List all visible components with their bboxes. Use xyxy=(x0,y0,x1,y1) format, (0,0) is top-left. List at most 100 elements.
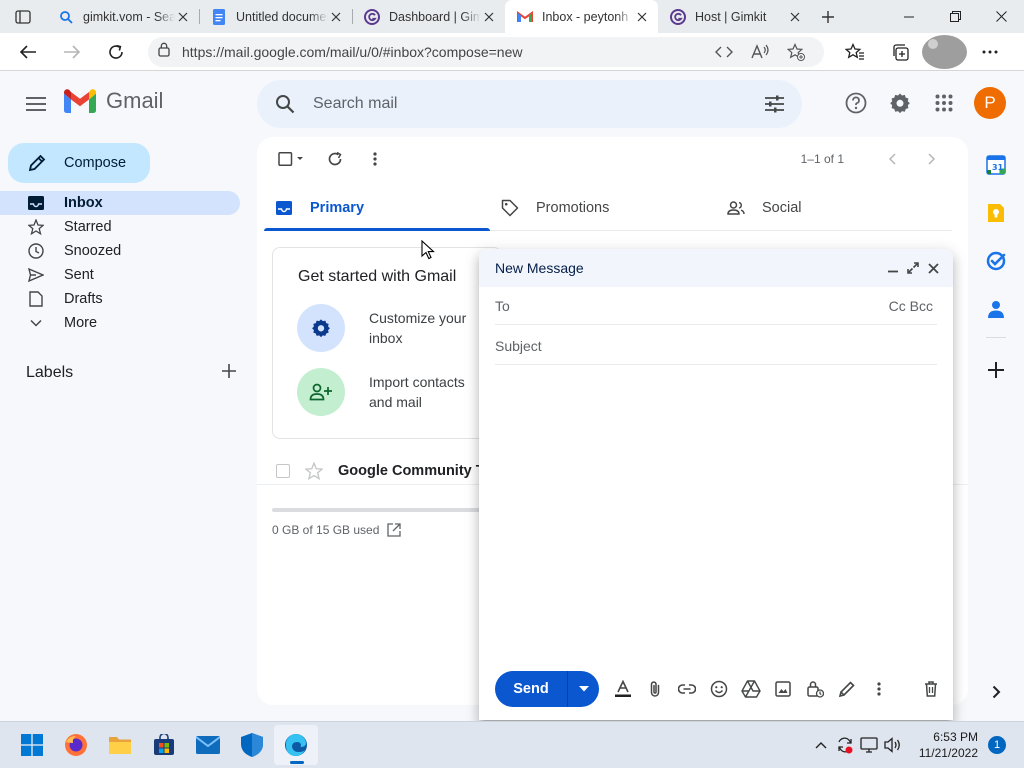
search-input[interactable]: Search mail xyxy=(313,95,746,113)
url-text[interactable]: https://mail.google.com/mail/u/0/#inbox?… xyxy=(182,44,706,60)
app-available-icon[interactable] xyxy=(706,38,742,66)
defender-shield-icon[interactable] xyxy=(230,725,274,765)
compose-header[interactable]: New Message xyxy=(479,249,953,287)
settings-more-icon[interactable] xyxy=(967,35,1012,69)
confidential-mode-icon[interactable] xyxy=(799,673,831,705)
browser-tab[interactable]: Untitled document xyxy=(199,0,352,33)
row-checkbox[interactable] xyxy=(276,464,290,478)
compose-window: New Message To Cc Bcc Subject Send xyxy=(479,249,953,720)
browser-tab[interactable]: Host | Gimkit xyxy=(658,0,811,33)
sync-icon[interactable] xyxy=(833,725,857,765)
sidebar-item-starred[interactable]: Starred xyxy=(0,215,240,239)
back-arrow-icon[interactable] xyxy=(6,35,50,69)
calendar-icon[interactable]: 31 xyxy=(976,145,1016,185)
file-explorer-icon[interactable] xyxy=(98,725,142,765)
favorites-icon[interactable] xyxy=(832,35,877,69)
get-started-item-import[interactable]: Import contacts and mail xyxy=(297,368,479,416)
edge-browser-icon[interactable] xyxy=(274,725,318,765)
mail-icon[interactable] xyxy=(186,725,230,765)
search-icon[interactable] xyxy=(257,94,313,114)
tab-social[interactable]: Social xyxy=(716,185,942,230)
close-tab-icon[interactable] xyxy=(634,9,650,25)
lock-icon[interactable] xyxy=(158,42,170,62)
minimize-window-button[interactable] xyxy=(886,0,932,33)
tab-primary[interactable]: Primary xyxy=(264,185,490,231)
search-bar[interactable]: Search mail xyxy=(257,80,802,128)
network-monitor-icon[interactable] xyxy=(857,725,881,765)
insert-link-icon[interactable] xyxy=(671,673,703,705)
help-icon[interactable] xyxy=(834,83,878,123)
more-options-icon[interactable] xyxy=(355,143,395,175)
more-options-icon[interactable] xyxy=(863,673,895,705)
minimize-icon[interactable] xyxy=(883,258,903,278)
refresh-icon[interactable] xyxy=(94,35,138,69)
sidebar-item-sent[interactable]: Sent xyxy=(0,263,240,287)
browser-tab[interactable]: Dashboard | Gimkit xyxy=(352,0,505,33)
google-drive-icon[interactable] xyxy=(735,673,767,705)
to-field[interactable]: To Cc Bcc xyxy=(495,287,937,325)
notification-badge[interactable]: 1 xyxy=(988,736,1006,754)
chevron-right-icon[interactable] xyxy=(984,680,1008,704)
google-apps-icon[interactable] xyxy=(922,83,966,123)
full-screen-icon[interactable] xyxy=(903,258,923,278)
add-label-icon[interactable] xyxy=(222,363,236,383)
external-link-icon[interactable] xyxy=(387,523,402,537)
volume-icon[interactable] xyxy=(881,725,905,765)
tab-promotions[interactable]: Promotions xyxy=(490,185,716,230)
chevron-right-icon[interactable] xyxy=(912,145,952,173)
sidebar-item-more[interactable]: More xyxy=(0,311,240,335)
address-bar[interactable]: https://mail.google.com/mail/u/0/#inbox?… xyxy=(148,36,824,67)
sidebar-item-snoozed[interactable]: Snoozed xyxy=(0,239,240,263)
attach-file-icon[interactable] xyxy=(639,673,671,705)
restore-window-button[interactable] xyxy=(932,0,978,33)
gmail-logo[interactable]: Gmail xyxy=(64,88,163,114)
pagination-text: 1–1 of 1 xyxy=(800,152,844,166)
read-aloud-icon[interactable] xyxy=(742,38,778,66)
chevron-left-icon[interactable] xyxy=(872,145,912,173)
collections-icon[interactable] xyxy=(877,35,922,69)
close-icon[interactable] xyxy=(923,258,943,278)
main-menu-icon[interactable] xyxy=(16,84,56,124)
insert-photo-icon[interactable] xyxy=(767,673,799,705)
close-tab-icon[interactable] xyxy=(175,9,191,25)
close-tab-icon[interactable] xyxy=(481,9,497,25)
star-icon[interactable] xyxy=(305,462,323,480)
discard-draft-icon[interactable] xyxy=(915,673,947,705)
add-favorite-icon[interactable] xyxy=(778,38,814,66)
schedule-send-dropdown[interactable] xyxy=(567,671,599,707)
search-options-icon[interactable] xyxy=(746,95,802,113)
close-tab-icon[interactable] xyxy=(787,9,803,25)
signature-pen-icon[interactable] xyxy=(831,673,863,705)
profile-avatar-icon[interactable] xyxy=(922,34,967,69)
formatting-options-icon[interactable] xyxy=(607,673,639,705)
keep-icon[interactable] xyxy=(976,193,1016,233)
close-tab-icon[interactable] xyxy=(328,9,344,25)
new-tab-button[interactable] xyxy=(811,0,845,33)
browser-tab[interactable]: gimkit.vom - Search xyxy=(46,0,199,33)
contacts-icon[interactable] xyxy=(976,289,1016,329)
close-window-button[interactable] xyxy=(978,0,1024,33)
sidebar-item-inbox[interactable]: Inbox xyxy=(0,191,240,215)
account-avatar[interactable]: P xyxy=(974,87,1006,119)
tab-actions-menu-button[interactable] xyxy=(0,0,46,33)
compose-button[interactable]: Compose xyxy=(8,143,150,183)
chevron-up-icon[interactable] xyxy=(809,725,833,765)
settings-gear-icon[interactable] xyxy=(878,83,922,123)
microsoft-store-icon[interactable] xyxy=(142,725,186,765)
cc-bcc-toggle[interactable]: Cc Bcc xyxy=(889,298,933,314)
forward-arrow-icon[interactable] xyxy=(50,35,94,69)
add-addon-icon[interactable] xyxy=(976,350,1016,390)
system-clock[interactable]: 6:53 PM 11/21/2022 xyxy=(919,729,978,761)
browser-tab-active[interactable]: Inbox - peytonh xyxy=(505,0,658,33)
select-all-checkbox[interactable] xyxy=(271,143,311,175)
firefox-icon[interactable] xyxy=(54,725,98,765)
get-started-item-customize[interactable]: Customize your inbox xyxy=(297,304,479,352)
windows-start-icon[interactable] xyxy=(10,725,54,765)
emoji-icon[interactable] xyxy=(703,673,735,705)
message-body[interactable] xyxy=(495,367,937,665)
sidebar-item-drafts[interactable]: Drafts xyxy=(0,287,240,311)
send-button[interactable]: Send xyxy=(495,671,567,707)
refresh-icon[interactable] xyxy=(315,143,355,175)
tasks-icon[interactable] xyxy=(976,241,1016,281)
subject-field[interactable]: Subject xyxy=(495,327,937,365)
